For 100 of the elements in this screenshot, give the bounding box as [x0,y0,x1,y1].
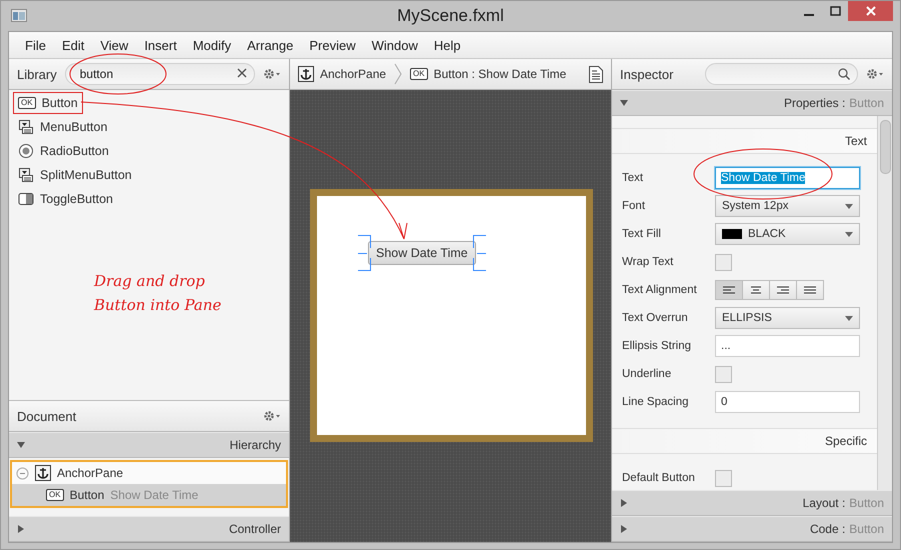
accordion-header[interactable]: Controller [9,516,289,542]
menu-item[interactable]: Edit [54,38,92,52]
breadcrumb-item[interactable]: OK Button : Show Date Time [410,67,566,81]
property-label: Text Overrun [622,312,689,324]
menu-item[interactable]: View [92,38,136,52]
accordion-title: Controller [228,522,281,536]
expand-triangle-icon[interactable] [620,525,628,533]
menu-item[interactable]: Preview [301,38,364,52]
search-field[interactable]: button [64,63,255,85]
dropdown-caret-icon [845,232,853,236]
menu-item[interactable]: Help [426,38,469,52]
gear-icon[interactable] [263,68,281,80]
menu-item[interactable]: Modify [184,38,240,52]
menu-item[interactable]: Arrange [239,38,302,52]
anchor-icon [35,465,51,481]
ok-icon: OK [46,489,64,501]
tree-row[interactable]: OK Button Show Date Time [12,484,286,506]
property-label: Font [622,200,646,212]
align-toggle[interactable] [742,280,770,300]
app-icon [11,9,27,22]
library-item[interactable]: SplitMenuButton [13,164,137,186]
property-label: Text Alignment [622,284,698,296]
align-icon [750,286,762,294]
property-label: Text [622,172,644,184]
property-label: Ellipsis String [622,340,692,352]
color-dropdown[interactable]: BLACK [715,223,860,245]
breadcrumb-item[interactable]: AnchorPane [298,66,386,82]
align-icon [722,286,736,294]
toggle-icon [18,192,34,206]
annotation-text: Button into Pane [94,296,222,314]
panel-title: Library [17,66,57,82]
tree-label: AnchorPane [57,466,124,480]
anchor-icon [298,66,314,82]
maximize-icon [830,6,840,16]
dropdown[interactable]: System 12px [715,195,860,217]
panel-title: Document [17,408,76,424]
chevron-icon [394,63,402,85]
ok-icon: OK [410,68,428,80]
align-icon [804,286,816,294]
checkbox[interactable] [715,366,732,382]
close-button[interactable] [848,1,893,21]
align-toggle[interactable] [715,280,743,300]
accordion-title: Layout : Button [802,496,884,510]
accordion-header[interactable]: Hierarchy [9,432,289,458]
group-header: Text [612,128,877,154]
window-title: MyScene.fxml [397,6,504,26]
align-icon [776,286,790,294]
property-label: Line Spacing [622,396,690,408]
accordion-header[interactable]: Layout : Button [612,490,892,516]
accordion-header[interactable]: Properties : Button [612,90,892,116]
selection-handles[interactable] [358,235,486,271]
tree-row[interactable]: AnchorPane [12,462,286,484]
tree-label: Button [70,488,104,502]
library-item[interactable]: ToggleButton [13,188,118,210]
radio-icon [18,143,34,159]
text-field[interactable]: 0 [715,391,860,413]
property-label: Wrap Text [622,256,674,268]
scrollbar[interactable] [877,116,892,490]
tree-detail: Show Date Time [110,488,198,502]
close-icon [866,6,876,16]
search-icon [838,68,850,80]
library-item[interactable]: RadioButton [13,140,114,162]
align-toggle[interactable] [796,280,824,300]
menu-item[interactable]: Window [364,38,426,52]
group-header: Specific [612,428,877,454]
collapse-triangle-icon[interactable] [17,441,25,449]
accordion-title: Hierarchy [230,438,281,452]
search-field[interactable] [705,63,858,85]
minimize-icon [804,14,814,16]
gear-icon[interactable] [866,68,884,80]
text-field[interactable]: ... [715,335,860,357]
library-item[interactable]: OK Button [13,92,83,114]
menu-button-icon [18,119,34,135]
library-item[interactable]: MenuButton [13,116,112,138]
align-toggle[interactable] [769,280,797,300]
show-date-time-button[interactable]: Show Date Time [368,241,476,265]
collapse-triangle-icon[interactable] [620,99,628,107]
property-label: Default Button [622,472,696,484]
menu-button-icon [18,167,34,183]
checkbox[interactable] [715,254,732,270]
collapse-icon[interactable] [16,466,29,480]
ok-icon: OK [18,97,36,109]
annotation-text: Drag and drop [94,272,206,290]
menu-item[interactable]: File [17,38,54,52]
property-label: Underline [622,368,672,380]
menu-item[interactable]: Insert [136,38,185,52]
expand-triangle-icon[interactable] [17,525,25,533]
dropdown-caret-icon [845,204,853,208]
expand-triangle-icon[interactable] [620,499,628,507]
gear-icon[interactable] [263,410,281,422]
clear-icon[interactable] [237,68,247,78]
accordion-title: Code : Button [810,522,884,536]
accordion-header[interactable]: Code : Button [612,516,892,542]
document-icon[interactable] [589,66,603,82]
accordion-title: Properties : Button [784,96,884,110]
dropdown-caret-icon [845,316,853,320]
property-label: Text Fill [622,228,662,240]
dropdown[interactable]: ELLIPSIS [715,307,860,329]
panel-title: Inspector [620,66,674,82]
checkbox[interactable] [715,470,732,486]
